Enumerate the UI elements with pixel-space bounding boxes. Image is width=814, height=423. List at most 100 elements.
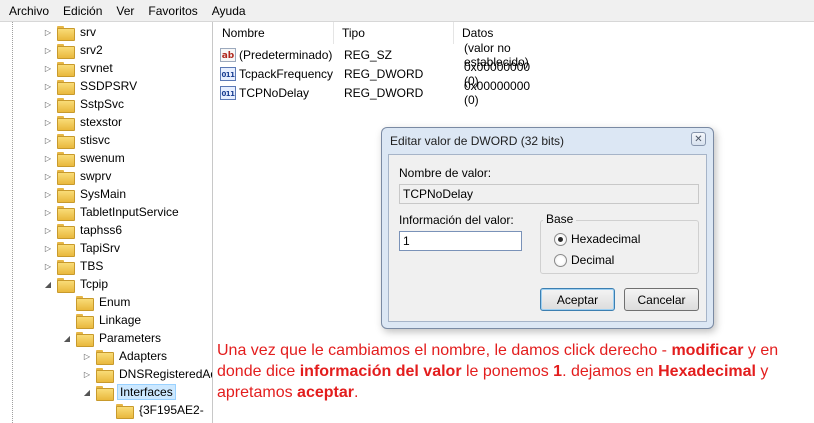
expand-arrow-icon[interactable]: ▷	[43, 41, 53, 59]
tree-item[interactable]: ◢ Tcpip	[43, 275, 110, 293]
tree-item[interactable]: ▷ srvnet	[43, 59, 115, 77]
collapse-arrow-icon[interactable]: ◢	[62, 329, 72, 347]
value-name-cell: TCPNoDelay	[239, 85, 310, 100]
note-text-1: Una vez que le cambiamos el nombre, le d…	[217, 342, 672, 359]
folder-icon	[76, 331, 94, 347]
registry-tree-pane[interactable]: ▷ srv ▷ srv2 ▷ srvnet ▷ SSDPSRV ▷ SstpSvc ▷ stexsto…	[0, 22, 213, 423]
expand-arrow-icon[interactable]: ▷	[43, 95, 53, 113]
folder-icon	[57, 133, 75, 149]
folder-icon	[57, 115, 75, 131]
value-name-cell: (Predeterminado)	[239, 47, 333, 62]
tree-item[interactable]: ▷ DNSRegisteredAdapters	[82, 365, 212, 383]
folder-icon	[57, 43, 75, 59]
tree-item-label: srvnet	[80, 61, 113, 75]
expand-arrow-icon[interactable]: ▷	[43, 23, 53, 41]
menu-favoritos[interactable]: Favoritos	[141, 4, 204, 18]
expand-arrow-icon[interactable]: ▷	[43, 131, 53, 149]
tree-item-label: {3F195AE2-	[139, 403, 204, 417]
value-data-label: Información del valor:	[399, 213, 514, 227]
folder-icon	[57, 79, 75, 95]
folder-icon	[57, 25, 75, 41]
tree-item-label: taphss6	[80, 223, 123, 237]
expand-arrow-icon[interactable]: ▷	[43, 221, 53, 239]
menu-ayuda[interactable]: Ayuda	[205, 4, 253, 18]
tree-item[interactable]: ▷ TBS	[43, 257, 105, 275]
tree-item-label: Tcpip	[80, 277, 109, 291]
expand-arrow-icon[interactable]: ▷	[43, 113, 53, 131]
tree-item-label: DNSRegisteredAdapters	[119, 367, 212, 381]
tree-item[interactable]: ▷ taphss6	[43, 221, 124, 239]
tree-item[interactable]: ▷ SysMain	[43, 185, 128, 203]
tree-item[interactable]: ▷ swprv	[43, 167, 113, 185]
tree-item[interactable]: ▷ Adapters	[82, 347, 169, 365]
value-data-input[interactable]: 1	[399, 231, 522, 251]
close-icon[interactable]: ✕	[691, 132, 706, 146]
tree-item-label: Linkage	[99, 313, 142, 327]
tree-item-label: stisvc	[80, 133, 110, 147]
tree-item[interactable]: ◢ Interfaces	[82, 383, 176, 401]
tree-item-label: Parameters	[99, 331, 162, 345]
registry-value-row[interactable]: 011 TCPNoDelay REG_DWORD 0x00000000 (0)	[214, 79, 530, 107]
radio-decimal-label: Decimal	[571, 253, 615, 267]
folder-icon	[57, 277, 75, 293]
tree-item[interactable]: {3F195AE2-	[102, 401, 206, 419]
base-group-title: Base	[543, 212, 577, 226]
tree-item[interactable]: ▷ TabletInputService	[43, 203, 181, 221]
tree-item[interactable]: ▷ TapiSrv	[43, 239, 122, 257]
folder-icon	[96, 385, 114, 401]
value-type-cell: REG_SZ	[344, 47, 393, 62]
menu-ver[interactable]: Ver	[109, 4, 141, 18]
expand-arrow-icon[interactable]: ▷	[43, 77, 53, 95]
column-header-tipo[interactable]: Tipo	[334, 22, 454, 44]
column-header-nombre[interactable]: Nombre	[214, 22, 334, 44]
radio-hexadecimal[interactable]: Hexadecimal	[554, 232, 640, 246]
radio-decimal[interactable]: Decimal	[554, 253, 614, 267]
expand-arrow-icon[interactable]: ▷	[43, 203, 53, 221]
cancel-button[interactable]: Cancelar	[624, 288, 699, 311]
registry-value-row[interactable]: ab (Predeterminado) REG_SZ (valor no establ…	[214, 41, 529, 69]
tree-item-label: SstpSvc	[80, 97, 125, 111]
tree-guide-line	[12, 22, 13, 423]
folder-icon	[57, 205, 75, 221]
folder-icon	[57, 169, 75, 185]
radio-decimal-indicator[interactable]	[554, 253, 567, 267]
tree-item[interactable]: Linkage	[62, 311, 143, 329]
expand-arrow-icon[interactable]: ▷	[82, 365, 92, 383]
tree-item[interactable]: ◢ Parameters	[62, 329, 163, 347]
expand-arrow-icon[interactable]: ▷	[43, 257, 53, 275]
folder-icon	[57, 151, 75, 167]
tree-item[interactable]: Enum	[62, 293, 132, 311]
folder-icon	[116, 403, 134, 419]
tree-item[interactable]: ▷ SSDPSRV	[43, 77, 139, 95]
expand-arrow-icon[interactable]: ▷	[43, 149, 53, 167]
menu-archivo[interactable]: Archivo	[2, 4, 56, 18]
expand-arrow-icon[interactable]: ▷	[43, 167, 53, 185]
tree-item-label: Interfaces	[117, 384, 176, 400]
tree-item[interactable]: ▷ stexstor	[43, 113, 124, 131]
value-name-field[interactable]: TCPNoDelay	[399, 184, 699, 204]
accept-button[interactable]: Aceptar	[540, 288, 615, 311]
folder-icon	[57, 223, 75, 239]
note-text-3: le ponemos	[461, 363, 554, 380]
registry-value-row[interactable]: 011 TcpackFrequency REG_DWORD 0x00000000 (0…	[214, 60, 530, 88]
folder-icon	[96, 367, 114, 383]
radio-hexadecimal-indicator[interactable]	[554, 232, 567, 246]
folder-icon	[57, 241, 75, 257]
tree-item[interactable]: ▷ srv2	[43, 41, 105, 59]
tree-item[interactable]: ▷ stisvc	[43, 131, 112, 149]
collapse-arrow-icon[interactable]: ◢	[43, 275, 53, 293]
collapse-arrow-icon[interactable]: ◢	[82, 383, 92, 401]
expand-arrow-icon[interactable]: ▷	[43, 59, 53, 77]
folder-icon	[76, 295, 94, 311]
tree-item[interactable]: ▷ SstpSvc	[43, 95, 126, 113]
tree-item[interactable]: ▷ srv	[43, 23, 98, 41]
expand-arrow-icon[interactable]: ▷	[43, 239, 53, 257]
tree-item-label: swenum	[80, 151, 125, 165]
expand-arrow-icon[interactable]: ▷	[43, 185, 53, 203]
menu-edicion[interactable]: Edición	[56, 4, 109, 18]
expand-arrow-icon[interactable]: ▷	[82, 347, 92, 365]
menu-bar: Archivo Edición Ver Favoritos Ayuda	[0, 0, 814, 22]
note-bold-uno: 1	[553, 363, 563, 380]
tree-item[interactable]: ▷ swenum	[43, 149, 127, 167]
dword-value-icon: 011	[220, 66, 236, 81]
